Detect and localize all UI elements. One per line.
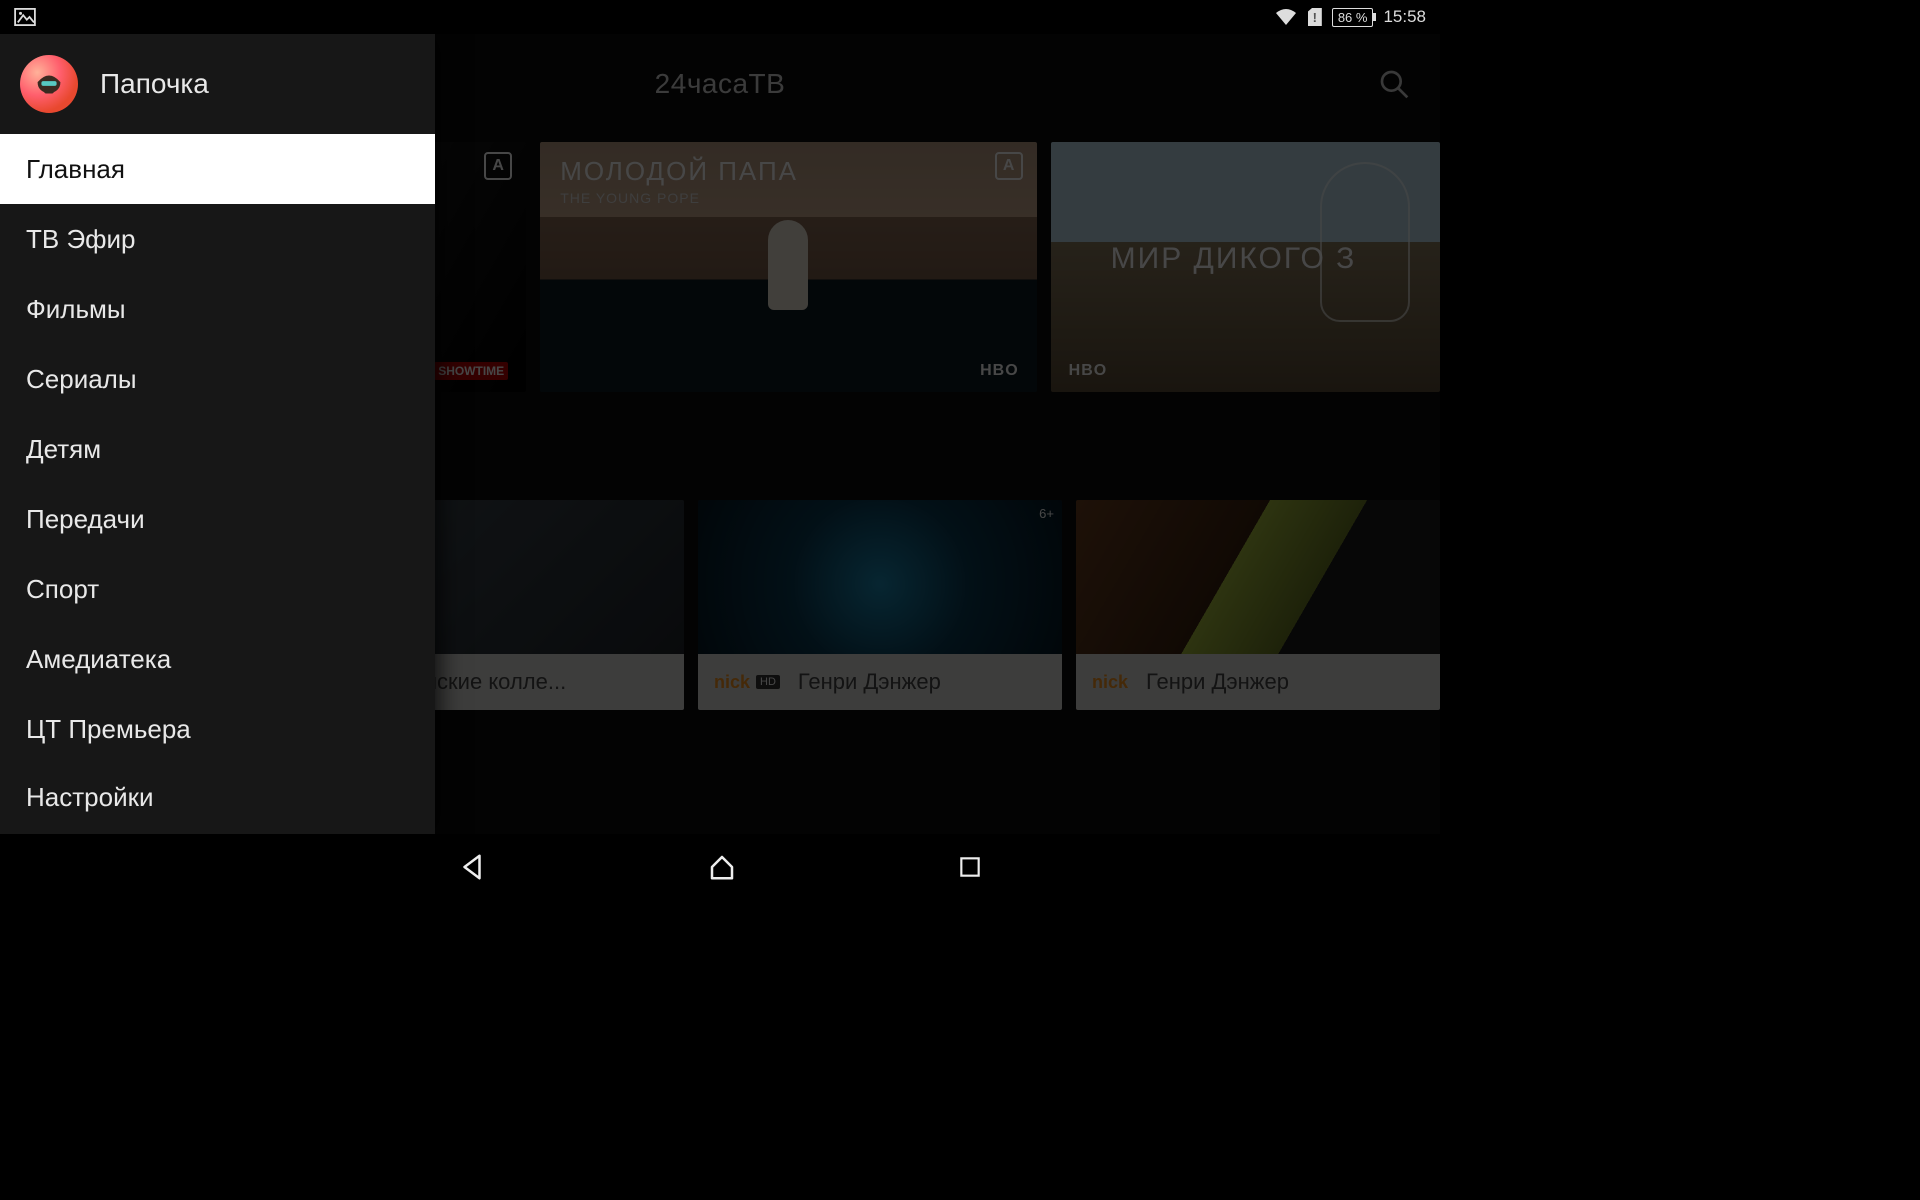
nav-item-label: Амедиатека xyxy=(26,644,171,675)
nav-item-label: Спорт xyxy=(26,574,99,605)
battery-indicator: 86 % xyxy=(1332,8,1374,27)
nav-item-label: Главная xyxy=(26,154,125,185)
recents-icon xyxy=(957,854,983,880)
nav-item-series[interactable]: Сериалы xyxy=(0,344,435,414)
avatar-icon xyxy=(30,65,68,103)
nav-item-live-tv[interactable]: ТВ Эфир xyxy=(0,204,435,274)
drawer-scrim[interactable] xyxy=(435,34,1440,834)
sd-card-icon: ! xyxy=(1308,8,1322,26)
avatar xyxy=(20,55,78,113)
back-icon xyxy=(457,852,487,882)
user-name: Папочка xyxy=(100,68,209,100)
app: 24часаТВ A SHOWTIME A МОЛОДОЙ ПАПА THE Y… xyxy=(0,34,1440,834)
nav-item-label: Детям xyxy=(26,434,101,465)
nav-item-label: Передачи xyxy=(26,504,145,535)
nav-item-label: Настройки xyxy=(26,782,154,812)
status-time: 15:58 xyxy=(1383,7,1426,27)
nav-item-home[interactable]: Главная xyxy=(0,134,435,204)
nav-item-label: ЦТ Премьера xyxy=(26,714,191,745)
wifi-icon xyxy=(1274,7,1298,27)
nav-item-label: Фильмы xyxy=(26,294,126,325)
nav-item-premiere[interactable]: ЦТ Премьера xyxy=(0,694,435,764)
nav-item-movies[interactable]: Фильмы xyxy=(0,274,435,344)
nav-home-button[interactable] xyxy=(707,852,737,882)
nav-item-sport[interactable]: Спорт xyxy=(0,554,435,624)
nav-recents-button[interactable] xyxy=(957,854,983,880)
status-bar: ! 86 % 15:58 xyxy=(0,0,1440,34)
nav-item-settings[interactable]: Настройки xyxy=(0,764,435,812)
nav-drawer: Папочка Главная ТВ Эфир Фильмы Сериалы Д… xyxy=(0,34,435,834)
system-nav-bar xyxy=(0,834,1440,900)
nav-back-button[interactable] xyxy=(457,852,487,882)
home-icon xyxy=(707,852,737,882)
nav-item-label: ТВ Эфир xyxy=(26,224,136,255)
nav-item-shows[interactable]: Передачи xyxy=(0,484,435,554)
nav-item-amediateka[interactable]: Амедиатека xyxy=(0,624,435,694)
nav-item-kids[interactable]: Детям xyxy=(0,414,435,484)
drawer-header[interactable]: Папочка xyxy=(0,34,435,134)
screenshot-icon xyxy=(14,8,36,26)
nav-item-label: Сериалы xyxy=(26,364,137,395)
